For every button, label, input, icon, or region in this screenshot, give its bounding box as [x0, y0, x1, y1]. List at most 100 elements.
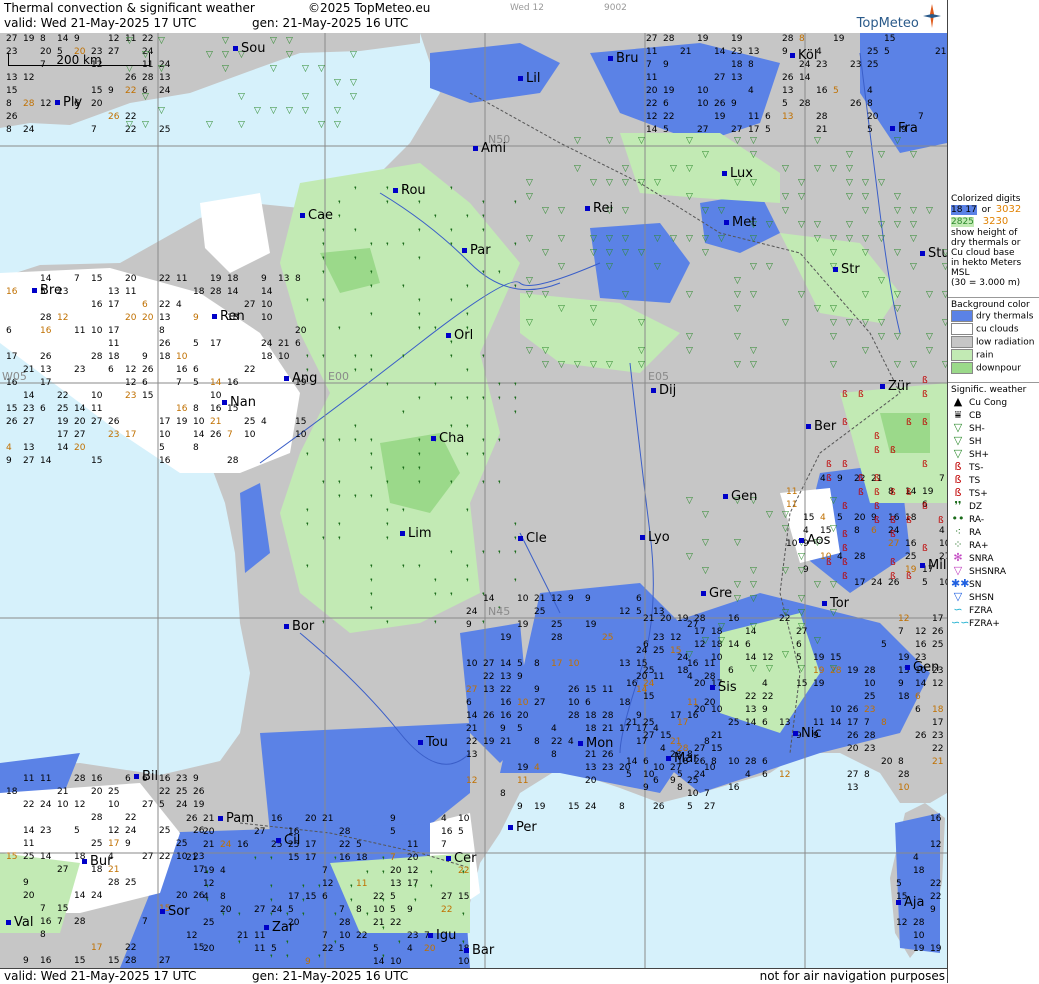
city-label: Bur	[82, 854, 113, 869]
cell-value: 18	[619, 698, 631, 708]
weather-symbol-icon: ▽	[574, 164, 581, 174]
weather-symbol-icon: ▽	[830, 318, 837, 328]
cell-value: 8	[40, 34, 46, 44]
wx-legend-item: ▽ SH	[951, 434, 1037, 447]
city-name: Lil	[526, 71, 541, 86]
weather-symbol-icon: ❜	[462, 870, 465, 880]
weather-symbol-icon: ▽	[830, 248, 837, 258]
cell-value: 13	[40, 365, 51, 375]
cell-value: 16	[816, 86, 828, 96]
weather-symbol-icon: ▽	[638, 360, 645, 370]
weather-symbol-icon: ❜	[270, 856, 273, 866]
weather-symbol-icon: ▽	[846, 192, 853, 202]
city-label: Ren	[212, 309, 245, 324]
weather-symbol-icon: ▽	[286, 36, 293, 46]
weather-symbol-icon: ❜	[466, 214, 469, 224]
color-swatch	[951, 336, 973, 348]
weather-map[interactable]: 14 7 15 20 22 11 19 18 9 13 8 16 5 23 13 11 18 28 14 14 16 17…	[0, 33, 947, 968]
weather-symbol-icon: ▽	[334, 106, 341, 116]
weather-symbol-icon: ß	[842, 418, 848, 428]
cell-value: 16	[176, 365, 188, 375]
cell-value: 25	[643, 718, 654, 728]
city-marker-icon	[212, 314, 217, 319]
cell-value: 22	[125, 86, 136, 96]
weather-symbol-icon: ▽	[526, 290, 533, 300]
cell-value: 26	[6, 417, 18, 427]
weather-symbol-icon: ❜	[302, 912, 305, 922]
cell-value: 27	[697, 125, 708, 135]
weather-symbol-icon: ❜	[270, 954, 273, 964]
cell-value: 24	[159, 86, 171, 96]
cell-value: 23	[23, 404, 34, 414]
cell-value: 9	[108, 86, 114, 96]
cell-value: 13	[6, 73, 17, 83]
cell-value: 9	[585, 594, 591, 604]
weather-symbol-icon: ▽	[558, 304, 565, 314]
weather-symbol-icon: ❜	[482, 354, 485, 364]
cell-value: 20	[585, 776, 597, 786]
cell-value: 14	[193, 430, 205, 440]
cell-value: 8	[677, 783, 683, 793]
cell-value: 15	[884, 34, 895, 44]
weather-symbol-icon: ❜	[466, 368, 469, 378]
cell-value: 9	[74, 34, 80, 44]
weather-symbol-icon: ❜	[338, 326, 341, 336]
weather-symbol-icon: ▽	[158, 36, 165, 46]
city-marker-icon	[790, 53, 795, 58]
cell-value: 9	[193, 774, 199, 784]
cell-value: 8	[6, 99, 12, 109]
cell-value: 25	[125, 878, 136, 888]
cell-value: 23	[864, 705, 875, 715]
cell-value: 11	[646, 73, 657, 83]
cell-value: 24	[261, 339, 273, 349]
city-marker-icon	[724, 220, 729, 225]
cell-value: 10	[278, 352, 290, 362]
cell-value: 18	[6, 787, 18, 797]
cell-value: 8	[551, 750, 557, 760]
city-name: Dij	[659, 383, 677, 398]
weather-symbol-icon: ß	[922, 460, 928, 470]
shower-heavy-icon: ▽	[953, 447, 963, 460]
weather-symbol-icon: ß	[826, 558, 832, 568]
city-name: Fra	[898, 121, 918, 136]
weather-symbol-icon: ❜	[402, 410, 405, 420]
weather-symbol-icon: ▽	[686, 290, 693, 300]
city-marker-icon	[134, 774, 139, 779]
city-name: Per	[516, 820, 537, 835]
cell-value: 10	[458, 957, 470, 967]
cell-value: 15	[458, 892, 469, 902]
weather-symbol-icon: ▽	[286, 106, 293, 116]
city-label: Tor	[822, 596, 849, 611]
wx-legend-label: DZ	[969, 502, 983, 512]
cell-value: 10	[176, 352, 188, 362]
cell-value: 8	[500, 789, 506, 799]
weather-symbol-icon: ❜	[370, 578, 373, 588]
weather-symbol-icon: ▽	[830, 496, 837, 506]
cell-value: 5	[867, 125, 873, 135]
city-name: Ami	[481, 141, 507, 156]
city-name: Zar	[272, 920, 295, 935]
cell-value: 10	[697, 99, 709, 109]
weather-symbol-icon: ▽	[782, 608, 789, 618]
cell-value: 25	[176, 839, 187, 849]
city-name: Lim	[408, 526, 432, 541]
weather-symbol-icon: ▽	[750, 136, 757, 146]
digits-sample-a: 18 17	[951, 205, 977, 215]
cell-value: 22	[142, 34, 153, 44]
cell-value: 28	[864, 731, 876, 741]
weather-symbol-icon: ▽	[894, 136, 901, 146]
weather-symbol-icon: ▽	[622, 178, 629, 188]
city-name: Cle	[526, 531, 547, 546]
weather-symbol-icon: ß	[842, 558, 848, 568]
cell-value: 12	[74, 800, 85, 810]
bg-legend-item: cu clouds	[951, 323, 1037, 336]
cell-value: 22	[356, 931, 367, 941]
weather-symbol-icon: ▽	[606, 248, 613, 258]
land-britain	[0, 33, 420, 128]
weather-symbol-icon: ❜	[322, 298, 325, 308]
weather-symbol-icon: ß	[906, 572, 912, 582]
cell-value: 13	[847, 783, 858, 793]
cell-value: 16	[905, 539, 917, 549]
digits-sample-d: 3230	[982, 216, 1009, 227]
cell-value: 10	[653, 763, 665, 773]
